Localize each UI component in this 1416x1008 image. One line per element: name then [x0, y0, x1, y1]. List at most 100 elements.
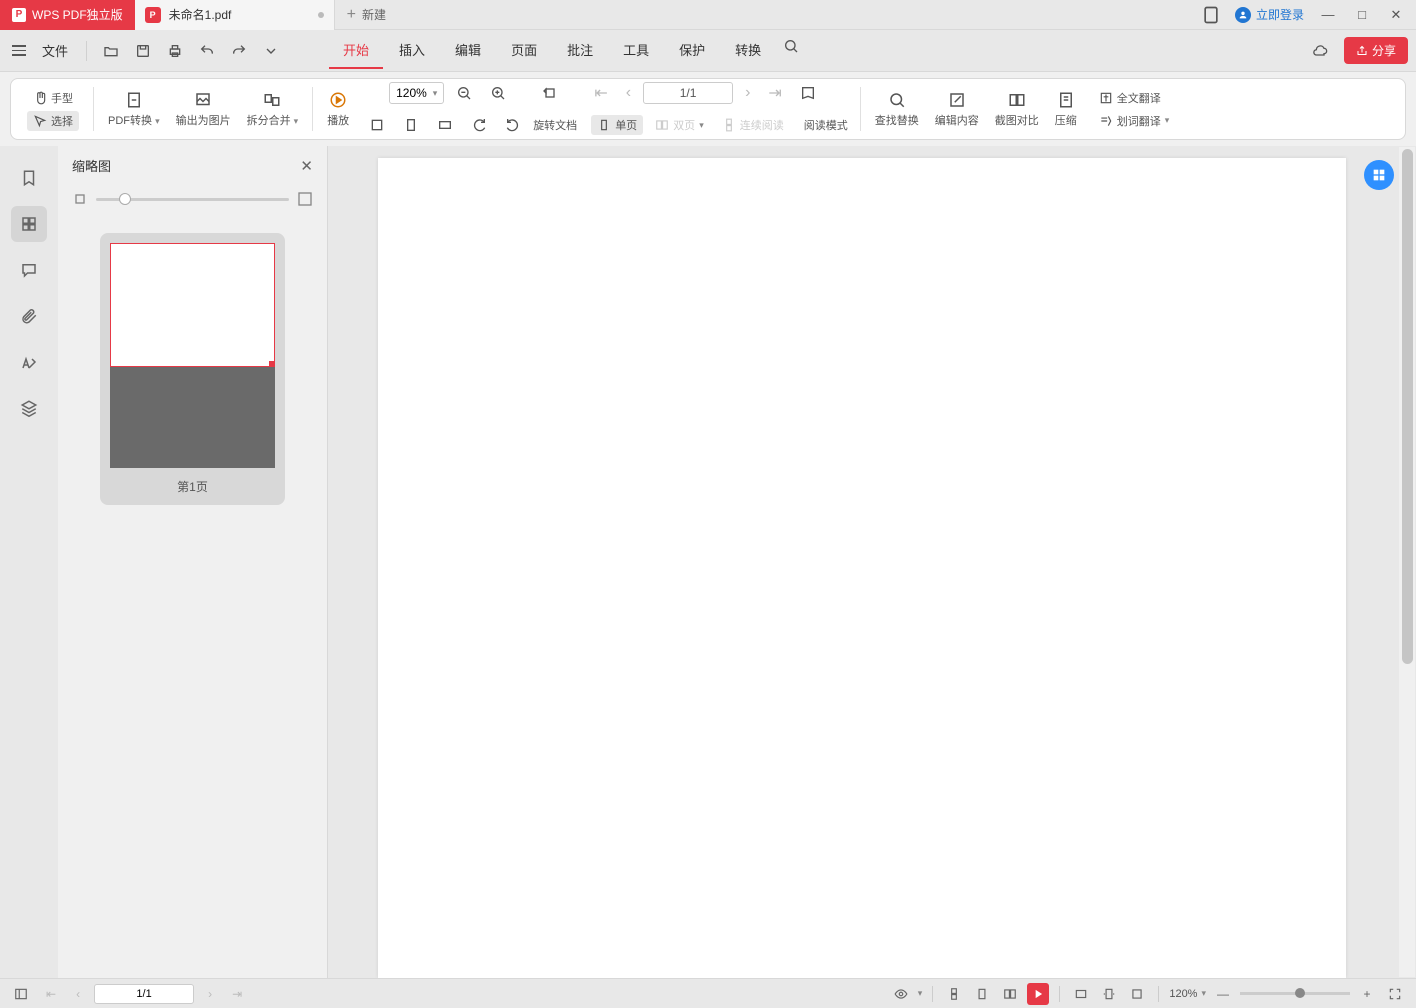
sb-zoom-in-icon[interactable]: + — [1356, 983, 1378, 1005]
play-button[interactable]: 播放 — [319, 79, 357, 139]
tab-tools[interactable]: 工具 — [609, 32, 663, 69]
tab-protect[interactable]: 保护 — [665, 32, 719, 69]
slider-track[interactable] — [96, 198, 289, 201]
vertical-scrollbar[interactable] — [1399, 147, 1415, 977]
thumbnail-page[interactable] — [110, 243, 275, 468]
tab-page[interactable]: 页面 — [497, 32, 551, 69]
slider-thumb[interactable] — [119, 193, 131, 205]
layers-icon[interactable] — [11, 390, 47, 426]
menu-icon[interactable] — [8, 41, 30, 60]
thumbnail-selection — [110, 243, 275, 367]
attachments-icon[interactable] — [11, 298, 47, 334]
eye-icon[interactable] — [890, 983, 912, 1005]
hand-tool[interactable]: 手型 — [27, 88, 79, 108]
redo-icon[interactable] — [225, 37, 253, 65]
search-icon[interactable] — [777, 32, 805, 60]
sb-fullscreen-icon[interactable] — [1384, 983, 1406, 1005]
sb-last-page-icon[interactable]: ⇥ — [226, 987, 248, 1001]
pdf-convert-button[interactable]: PDF转换 ▾ — [100, 79, 168, 139]
sb-slideshow-icon[interactable] — [1027, 983, 1049, 1005]
tab-insert[interactable]: 插入 — [385, 32, 439, 69]
toggle-panel-icon[interactable] — [10, 983, 32, 1005]
thumbnail-label: 第1页 — [110, 468, 275, 495]
single-page-button[interactable]: 单页 — [591, 115, 643, 135]
minimize-button[interactable]: — — [1318, 5, 1338, 25]
prev-page-icon[interactable]: ‹ — [620, 84, 637, 102]
panel-close-icon[interactable]: ✕ — [300, 157, 313, 175]
sb-fit-width-icon[interactable] — [1070, 983, 1092, 1005]
split-merge-button[interactable]: 拆分合并 ▾ — [239, 79, 307, 139]
document-tab[interactable]: P 未命名1.pdf — [135, 0, 335, 30]
last-page-icon[interactable]: ⇥ — [762, 83, 787, 103]
full-translate-button[interactable]: 全文翻译 — [1093, 88, 1176, 108]
page-view[interactable] — [378, 158, 1346, 978]
ribbon: 手型 选择 PDF转换 ▾ 输出为图片 拆分合并 ▾ 播放 120%▾ ⇤ ‹ … — [10, 78, 1406, 140]
login-button[interactable]: 立即登录 — [1235, 6, 1304, 23]
sb-page-input[interactable] — [94, 984, 194, 1004]
select-tool[interactable]: 选择 — [27, 111, 79, 131]
device-icon[interactable] — [1201, 5, 1221, 25]
rotate-left2-icon[interactable] — [499, 111, 527, 139]
book-icon[interactable] — [794, 79, 822, 107]
tab-convert[interactable]: 转换 — [721, 32, 775, 69]
floating-assist-button[interactable] — [1364, 160, 1394, 190]
print-icon[interactable] — [161, 37, 189, 65]
continuous-button[interactable]: 连续阅读 — [716, 115, 790, 135]
signature-icon[interactable] — [11, 344, 47, 380]
sb-zoom-thumb[interactable] — [1295, 988, 1305, 998]
thumbnail-card[interactable]: 第1页 — [100, 233, 285, 505]
share-icon — [1356, 45, 1368, 57]
read-mode-label[interactable]: 阅读模式 — [804, 117, 848, 133]
double-page-button[interactable]: 双页▾ — [649, 115, 710, 135]
file-menu[interactable]: 文件 — [34, 37, 76, 64]
rotate-right-icon[interactable] — [465, 111, 493, 139]
compress-button[interactable]: 压缩 — [1047, 79, 1085, 139]
sb-actual-icon[interactable] — [1126, 983, 1148, 1005]
sb-zoom-slider[interactable] — [1240, 992, 1350, 995]
cloud-icon[interactable] — [1306, 37, 1334, 65]
tab-annotate[interactable]: 批注 — [553, 32, 607, 69]
sb-zoom-label[interactable]: 120%▾ — [1169, 988, 1206, 1000]
zoom-out-icon[interactable] — [450, 79, 478, 107]
new-tab-button[interactable]: + 新建 — [335, 6, 398, 24]
sb-zoom-out-icon[interactable]: — — [1212, 983, 1234, 1005]
dropdown-icon[interactable] — [257, 37, 285, 65]
next-page-icon[interactable]: › — [739, 84, 756, 102]
sb-first-page-icon[interactable]: ⇤ — [40, 987, 62, 1001]
comments-icon[interactable] — [11, 252, 47, 288]
selection-translate-button[interactable]: 划词翻译▾ — [1093, 111, 1176, 131]
page-input[interactable] — [643, 82, 733, 104]
close-button[interactable]: ✕ — [1386, 5, 1406, 25]
save-icon[interactable] — [129, 37, 157, 65]
sb-fit-page-icon[interactable] — [1098, 983, 1120, 1005]
rotate-left-icon[interactable] — [536, 79, 564, 107]
sb-double-icon[interactable] — [999, 983, 1021, 1005]
sb-continuous-icon[interactable] — [943, 983, 965, 1005]
tab-start[interactable]: 开始 — [329, 32, 383, 69]
bookmarks-icon[interactable] — [11, 160, 47, 196]
sb-single-icon[interactable] — [971, 983, 993, 1005]
zoom-select[interactable]: 120%▾ — [389, 82, 444, 104]
fit-width-icon[interactable] — [363, 111, 391, 139]
edit-content-button[interactable]: 编辑内容 — [927, 79, 987, 139]
screenshot-compare-button[interactable]: 截图对比 — [987, 79, 1047, 139]
sb-prev-page-icon[interactable]: ‹ — [70, 987, 86, 1001]
thumbnail-size-slider[interactable] — [58, 185, 327, 213]
undo-icon[interactable] — [193, 37, 221, 65]
scrollbar-thumb[interactable] — [1402, 149, 1413, 664]
first-page-icon[interactable]: ⇤ — [588, 83, 613, 103]
thumbnails-icon[interactable] — [11, 206, 47, 242]
canvas[interactable] — [328, 146, 1416, 978]
share-button[interactable]: 分享 — [1344, 37, 1408, 64]
actual-size-icon[interactable] — [431, 111, 459, 139]
tab-edit[interactable]: 编辑 — [441, 32, 495, 69]
panel-title: 缩略图 — [72, 156, 111, 175]
export-image-button[interactable]: 输出为图片 — [168, 79, 239, 139]
main-area: 缩略图 ✕ 第1页 — [0, 146, 1416, 978]
zoom-in-icon[interactable] — [484, 79, 512, 107]
fit-page-icon[interactable] — [397, 111, 425, 139]
sb-next-page-icon[interactable]: › — [202, 987, 218, 1001]
open-icon[interactable] — [97, 37, 125, 65]
maximize-button[interactable]: □ — [1352, 5, 1372, 25]
find-replace-button[interactable]: 查找替换 — [867, 79, 927, 139]
